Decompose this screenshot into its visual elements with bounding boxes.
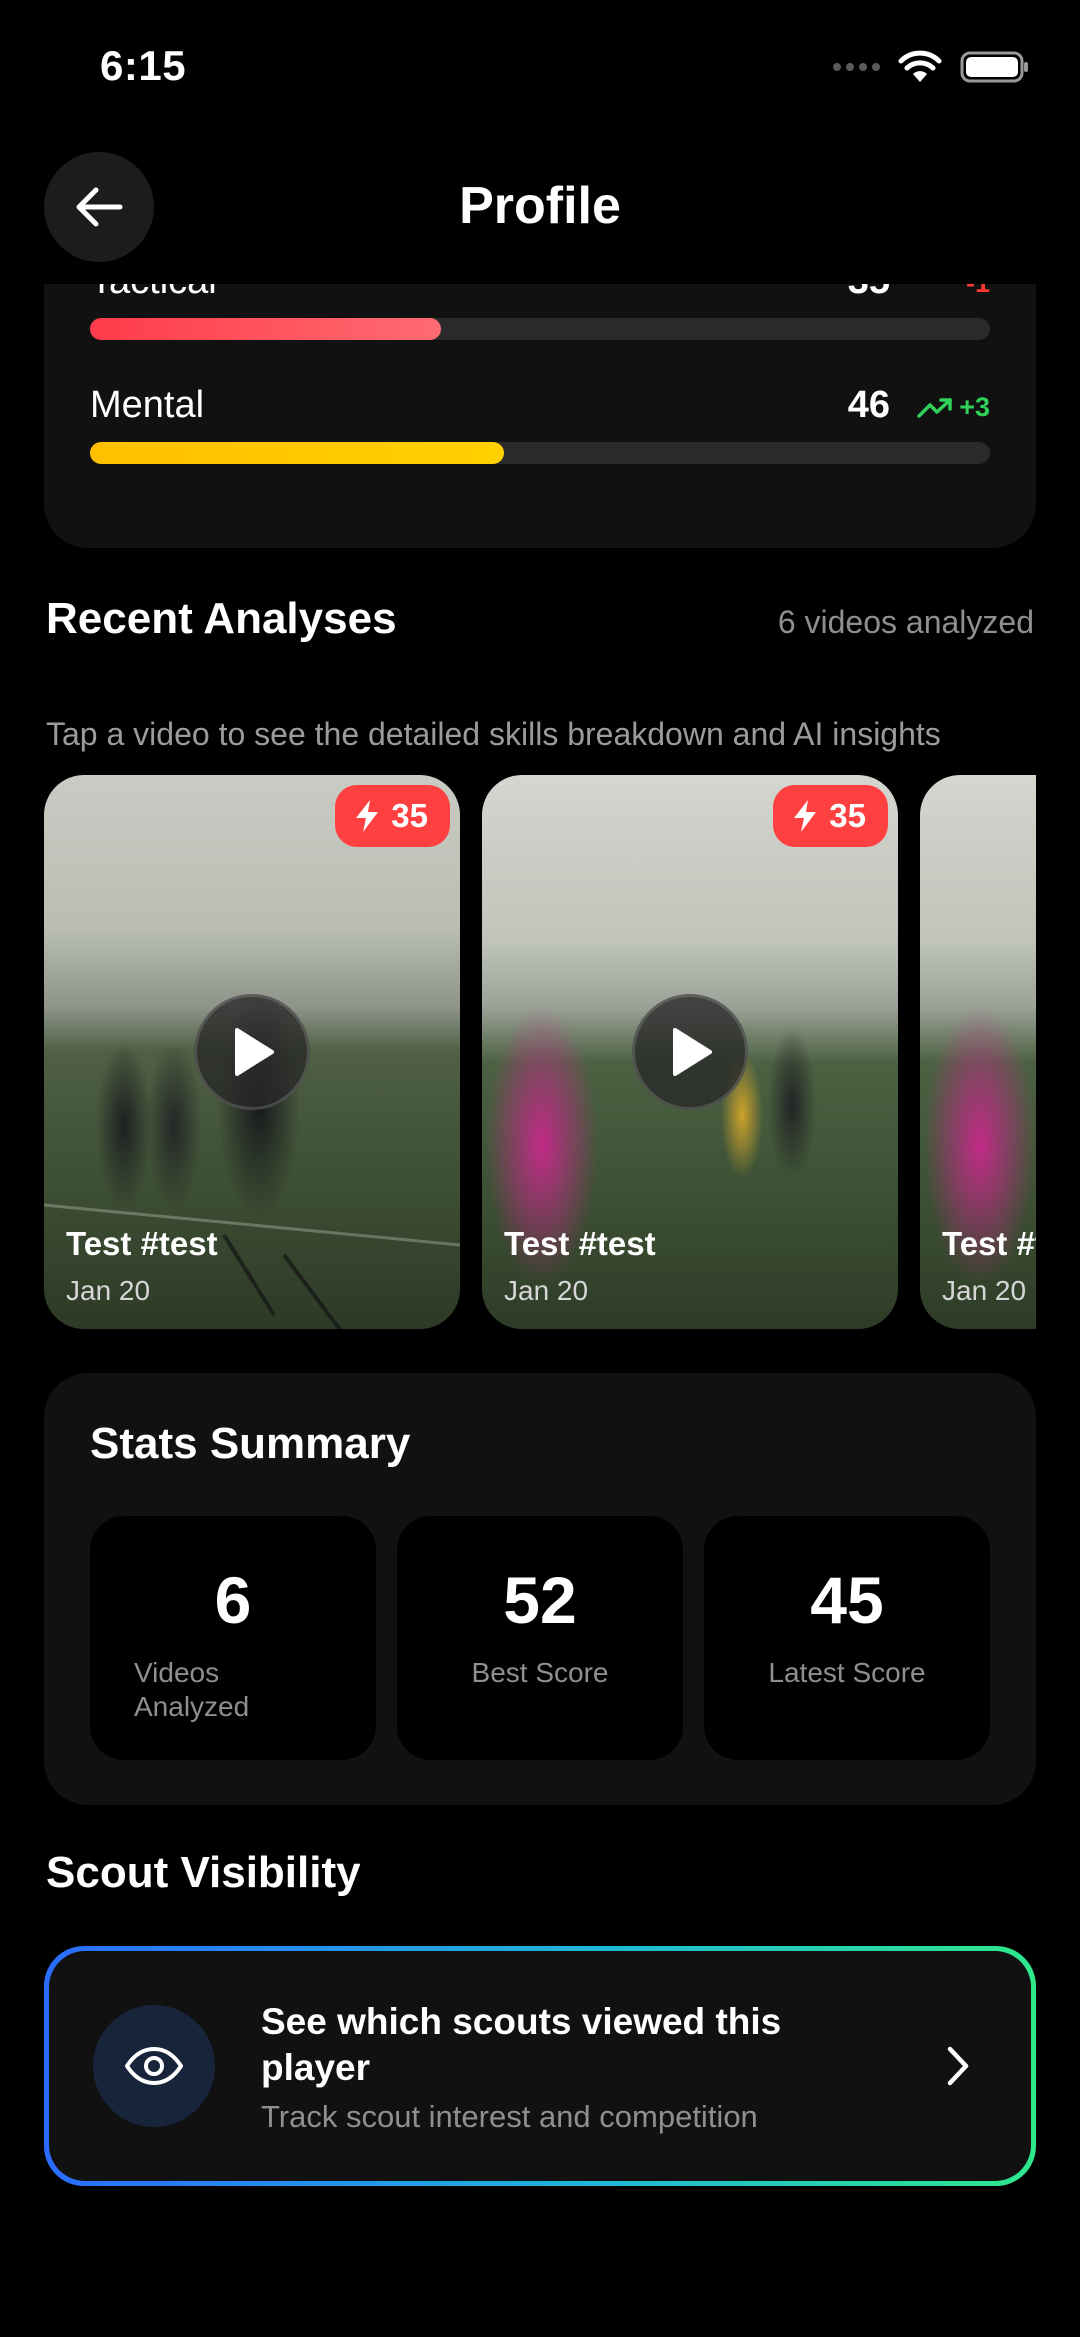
scout-views-button[interactable]: See which scouts viewed this player Trac… <box>44 1946 1036 2186</box>
score-value: 35 <box>829 797 866 834</box>
video-title: Test #test <box>942 1225 1036 1262</box>
stat-label: Best Score <box>471 1657 609 1688</box>
stat-label: Videos Analyzed <box>134 1657 250 1722</box>
nav-header: Profile <box>0 140 1080 284</box>
trend-value: +3 <box>959 392 990 422</box>
score-value: 35 <box>391 797 428 834</box>
stats-summary-card: Stats Summary 6 Videos Analyzed 52 Best … <box>44 1373 1036 1805</box>
skill-trend: +3 <box>917 392 990 423</box>
stat-value: 52 <box>503 1563 577 1637</box>
skill-bar-fill <box>90 318 441 340</box>
recent-analyses-hint: Tap a video to see the detailed skills b… <box>46 716 941 752</box>
video-date: Jan 20 <box>66 1275 151 1306</box>
signal-icon <box>833 63 880 71</box>
scout-card-inner: See which scouts viewed this player Trac… <box>49 1951 1031 2181</box>
video-card[interactable]: Test #test Jan 20 <box>920 775 1036 1329</box>
recent-analyses-title: Recent Analyses <box>46 594 397 643</box>
status-time: 6:15 <box>100 42 187 89</box>
stats-summary-title: Stats Summary <box>90 1419 411 1468</box>
skill-label: Mental <box>90 384 205 426</box>
play-button[interactable] <box>632 994 748 1110</box>
status-icons <box>833 50 1030 84</box>
play-icon <box>235 1028 274 1076</box>
scout-visibility-title: Scout Visibility <box>46 1848 361 1897</box>
play-button[interactable] <box>194 994 310 1110</box>
chevron-right-icon <box>947 2046 969 2086</box>
stat-label: Latest Score <box>768 1657 926 1688</box>
status-bar: 6:15 <box>0 0 1080 140</box>
videos-analyzed-count: 6 videos analyzed <box>777 604 1034 640</box>
score-badge: 35 <box>773 785 888 847</box>
battery-icon <box>960 51 1028 83</box>
stat-best-score: 52 Best Score <box>397 1516 683 1760</box>
profile-screen: 6:15 Tactical 35 -1 <box>0 0 1080 2337</box>
video-date: Jan 20 <box>942 1275 1027 1306</box>
wifi-icon <box>898 50 942 82</box>
stat-value: 45 <box>810 1563 884 1637</box>
page-title: Profile <box>459 177 621 235</box>
video-card[interactable]: 35 Test #test Jan 20 <box>44 775 460 1329</box>
play-icon <box>673 1028 712 1076</box>
lightning-icon <box>794 800 817 832</box>
lightning-icon <box>356 800 379 832</box>
stat-value: 6 <box>214 1563 252 1637</box>
score-badge: 35 <box>335 785 450 847</box>
skill-bar-track <box>90 318 990 340</box>
video-title: Test #test <box>66 1225 218 1262</box>
skill-bar-track <box>90 442 990 464</box>
trend-up-icon <box>917 397 952 418</box>
video-carousel[interactable]: 35 Test #test Jan 20 35 Test #test Jan 2… <box>44 775 1036 1329</box>
video-title: Test #test <box>504 1225 656 1262</box>
eye-icon-badge <box>93 2005 215 2127</box>
video-card[interactable]: 35 Test #test Jan 20 <box>482 775 898 1329</box>
skill-bar-fill <box>90 442 504 464</box>
video-date: Jan 20 <box>504 1275 589 1306</box>
eye-icon <box>125 2047 183 2085</box>
stat-videos-analyzed: 6 Videos Analyzed <box>90 1516 376 1760</box>
skill-value: 46 <box>847 384 890 426</box>
scout-card-subtitle: Track scout interest and competition <box>261 2099 758 2134</box>
stat-latest-score: 45 Latest Score <box>704 1516 990 1760</box>
scout-card-title: See which scouts viewed this player <box>261 2001 782 2088</box>
